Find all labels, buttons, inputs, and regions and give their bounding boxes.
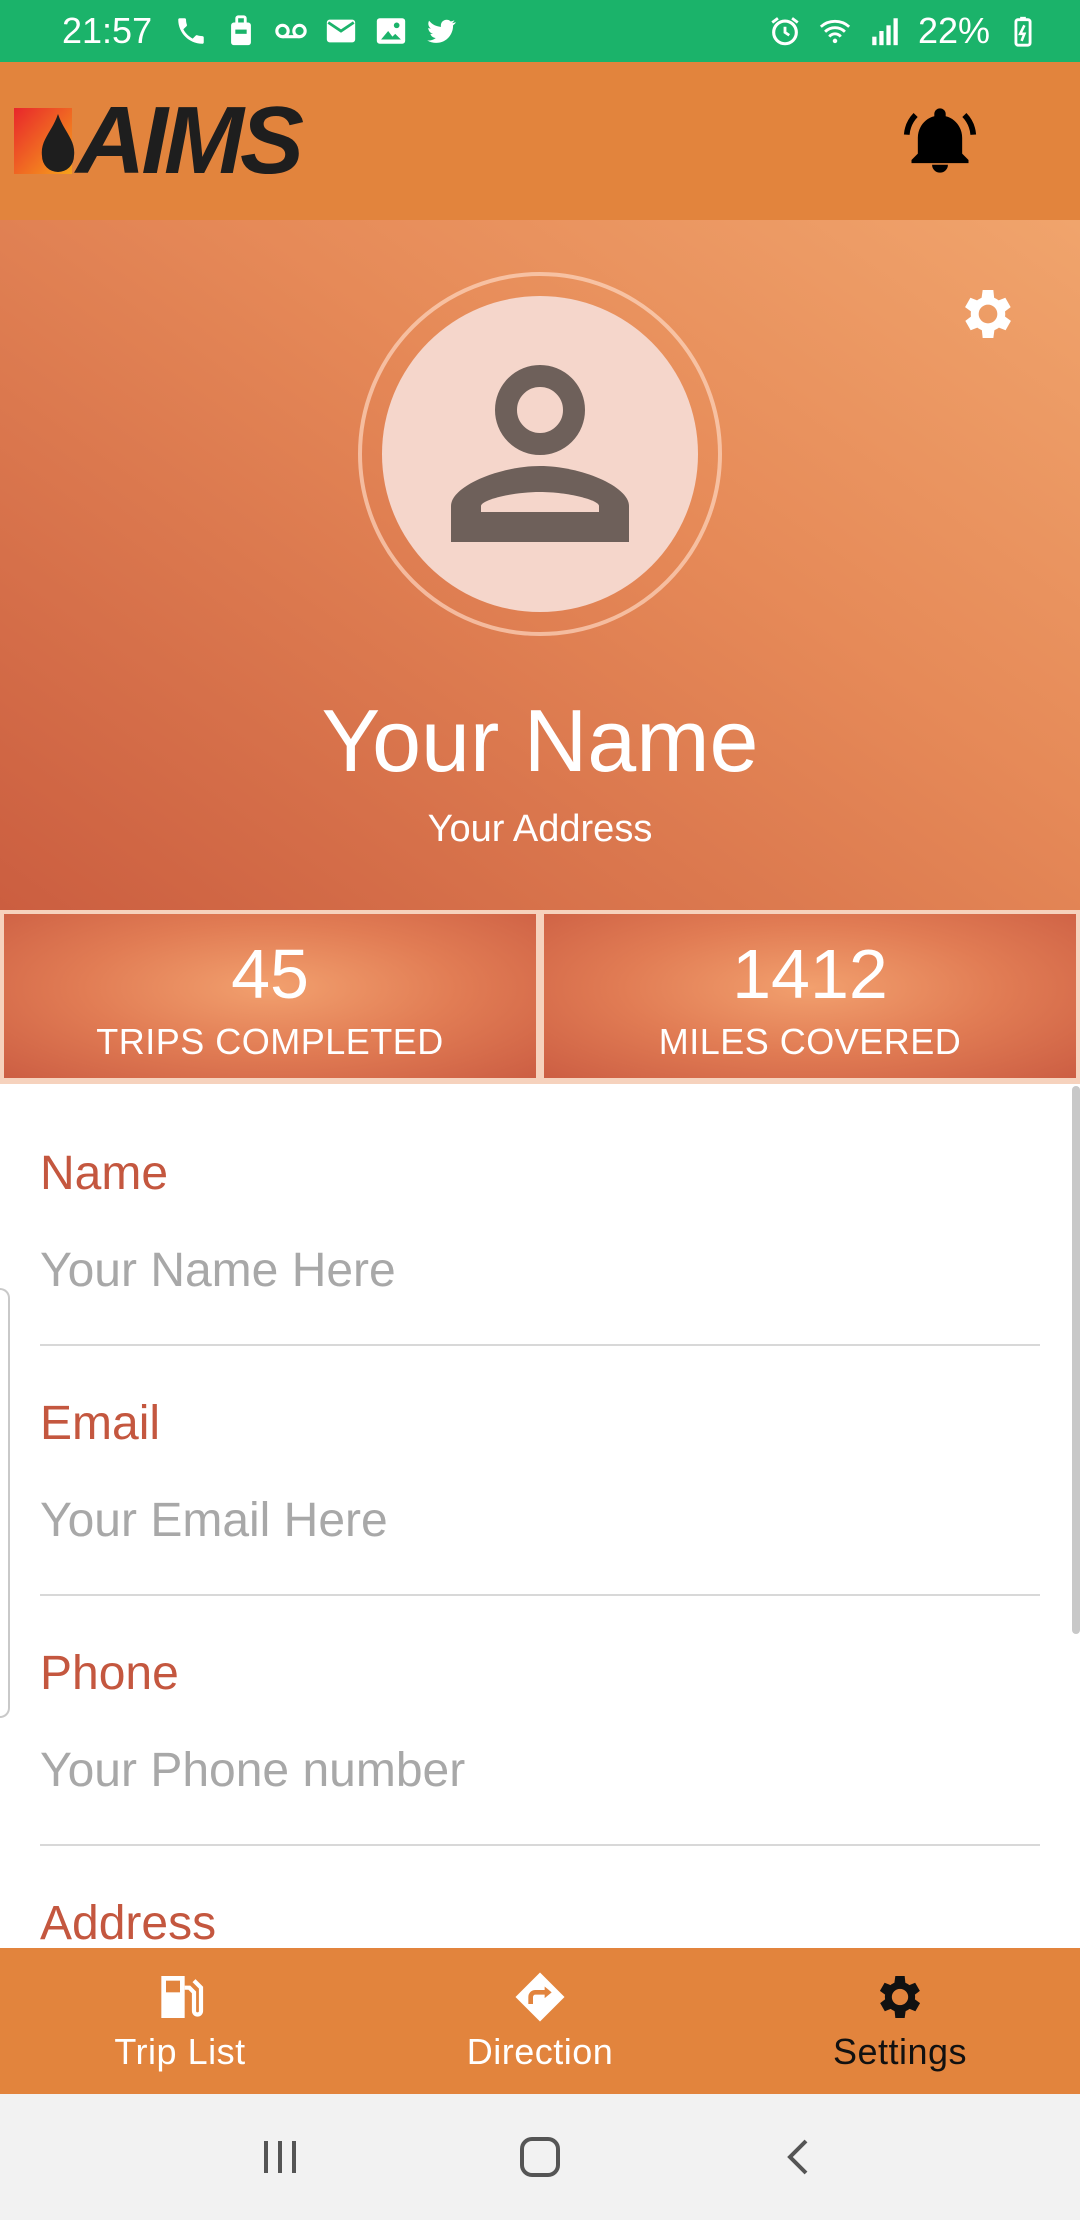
- nav-settings[interactable]: Settings: [720, 1948, 1080, 2094]
- voicemail-icon: [275, 23, 307, 39]
- phone-label: Phone: [40, 1647, 179, 1700]
- email-field-group: Email: [0, 1346, 1080, 1596]
- gear-icon: [879, 1976, 921, 2018]
- email-label: Email: [40, 1397, 161, 1450]
- back-button[interactable]: [770, 2127, 830, 2187]
- image-icon: [376, 18, 406, 44]
- nav-label: Direction: [466, 2031, 614, 2072]
- notification-bell-icon[interactable]: [902, 101, 978, 181]
- battery-percentage: 22%: [917, 10, 990, 51]
- app-bar: AIMS: [0, 62, 1080, 220]
- system-status-icons: 22%: [768, 10, 1040, 52]
- twitter-icon: [427, 19, 456, 43]
- back-icon: [787, 2139, 808, 2175]
- email-input[interactable]: [40, 1451, 1040, 1596]
- notification-icons: [174, 14, 458, 48]
- form-scrollbar[interactable]: [1072, 1086, 1080, 1634]
- stat-label: MILES COVERED: [658, 1021, 962, 1062]
- recent-apps-button[interactable]: [250, 2127, 310, 2187]
- status-time: 21:57: [62, 10, 153, 51]
- mail-icon: [326, 19, 356, 43]
- stat-value: 45: [231, 935, 309, 1013]
- status-bar: 21:57 22%: [0, 0, 1080, 62]
- nav-direction[interactable]: Direction: [360, 1948, 720, 2094]
- name-input[interactable]: [40, 1201, 1040, 1346]
- alarm-icon: [771, 17, 799, 46]
- logo-mark-icon: [14, 108, 75, 174]
- profile-settings-gear-icon[interactable]: [956, 282, 1020, 346]
- avatar[interactable]: [382, 296, 698, 612]
- logo-text: AIMS: [76, 87, 304, 194]
- phone-input[interactable]: [40, 1701, 1040, 1846]
- shopping-bag-icon: [231, 15, 252, 46]
- bottom-nav: Trip List Direction Settings: [0, 1948, 1080, 2094]
- nav-label: Settings: [832, 2031, 968, 2072]
- edge-panel-handle[interactable]: [0, 1288, 10, 1718]
- recent-apps-icon: [264, 2141, 296, 2173]
- direction-sign-icon: [515, 1972, 565, 2022]
- profile-address: Your Address: [427, 808, 653, 850]
- name-label: Name: [40, 1147, 169, 1200]
- system-nav-bar: [0, 2094, 1080, 2220]
- battery-charging-icon: [1014, 16, 1032, 47]
- address-field-group: Address: [0, 1846, 1080, 1948]
- phone-field-group: Phone: [0, 1596, 1080, 1846]
- name-field-group: Name: [0, 1084, 1080, 1346]
- home-button[interactable]: [510, 2127, 570, 2187]
- stat-label: TRIPS COMPLETED: [96, 1021, 444, 1062]
- fuel-pump-icon: [161, 1976, 204, 2018]
- profile-form: Name Email Phone Address: [0, 1084, 1080, 1948]
- aims-logo: AIMS: [12, 93, 304, 189]
- wifi-icon: [819, 19, 851, 44]
- profile-name: Your Name: [321, 691, 759, 790]
- person-icon: [451, 365, 629, 542]
- stat-value: 1412: [732, 935, 888, 1013]
- nav-label: Trip List: [114, 2031, 246, 2072]
- profile-header: Your Name Your Address: [0, 220, 1080, 910]
- home-icon: [520, 2137, 560, 2177]
- signal-icon: [872, 18, 898, 46]
- stats-row: 45 TRIPS COMPLETED 1412 MILES COVERED: [0, 910, 1080, 1084]
- nav-trip-list[interactable]: Trip List: [0, 1948, 360, 2094]
- phone-icon: [178, 18, 204, 44]
- stat-miles-covered: 1412 MILES COVERED: [544, 914, 1076, 1078]
- address-label: Address: [40, 1897, 217, 1948]
- stat-trips-completed: 45 TRIPS COMPLETED: [4, 914, 536, 1078]
